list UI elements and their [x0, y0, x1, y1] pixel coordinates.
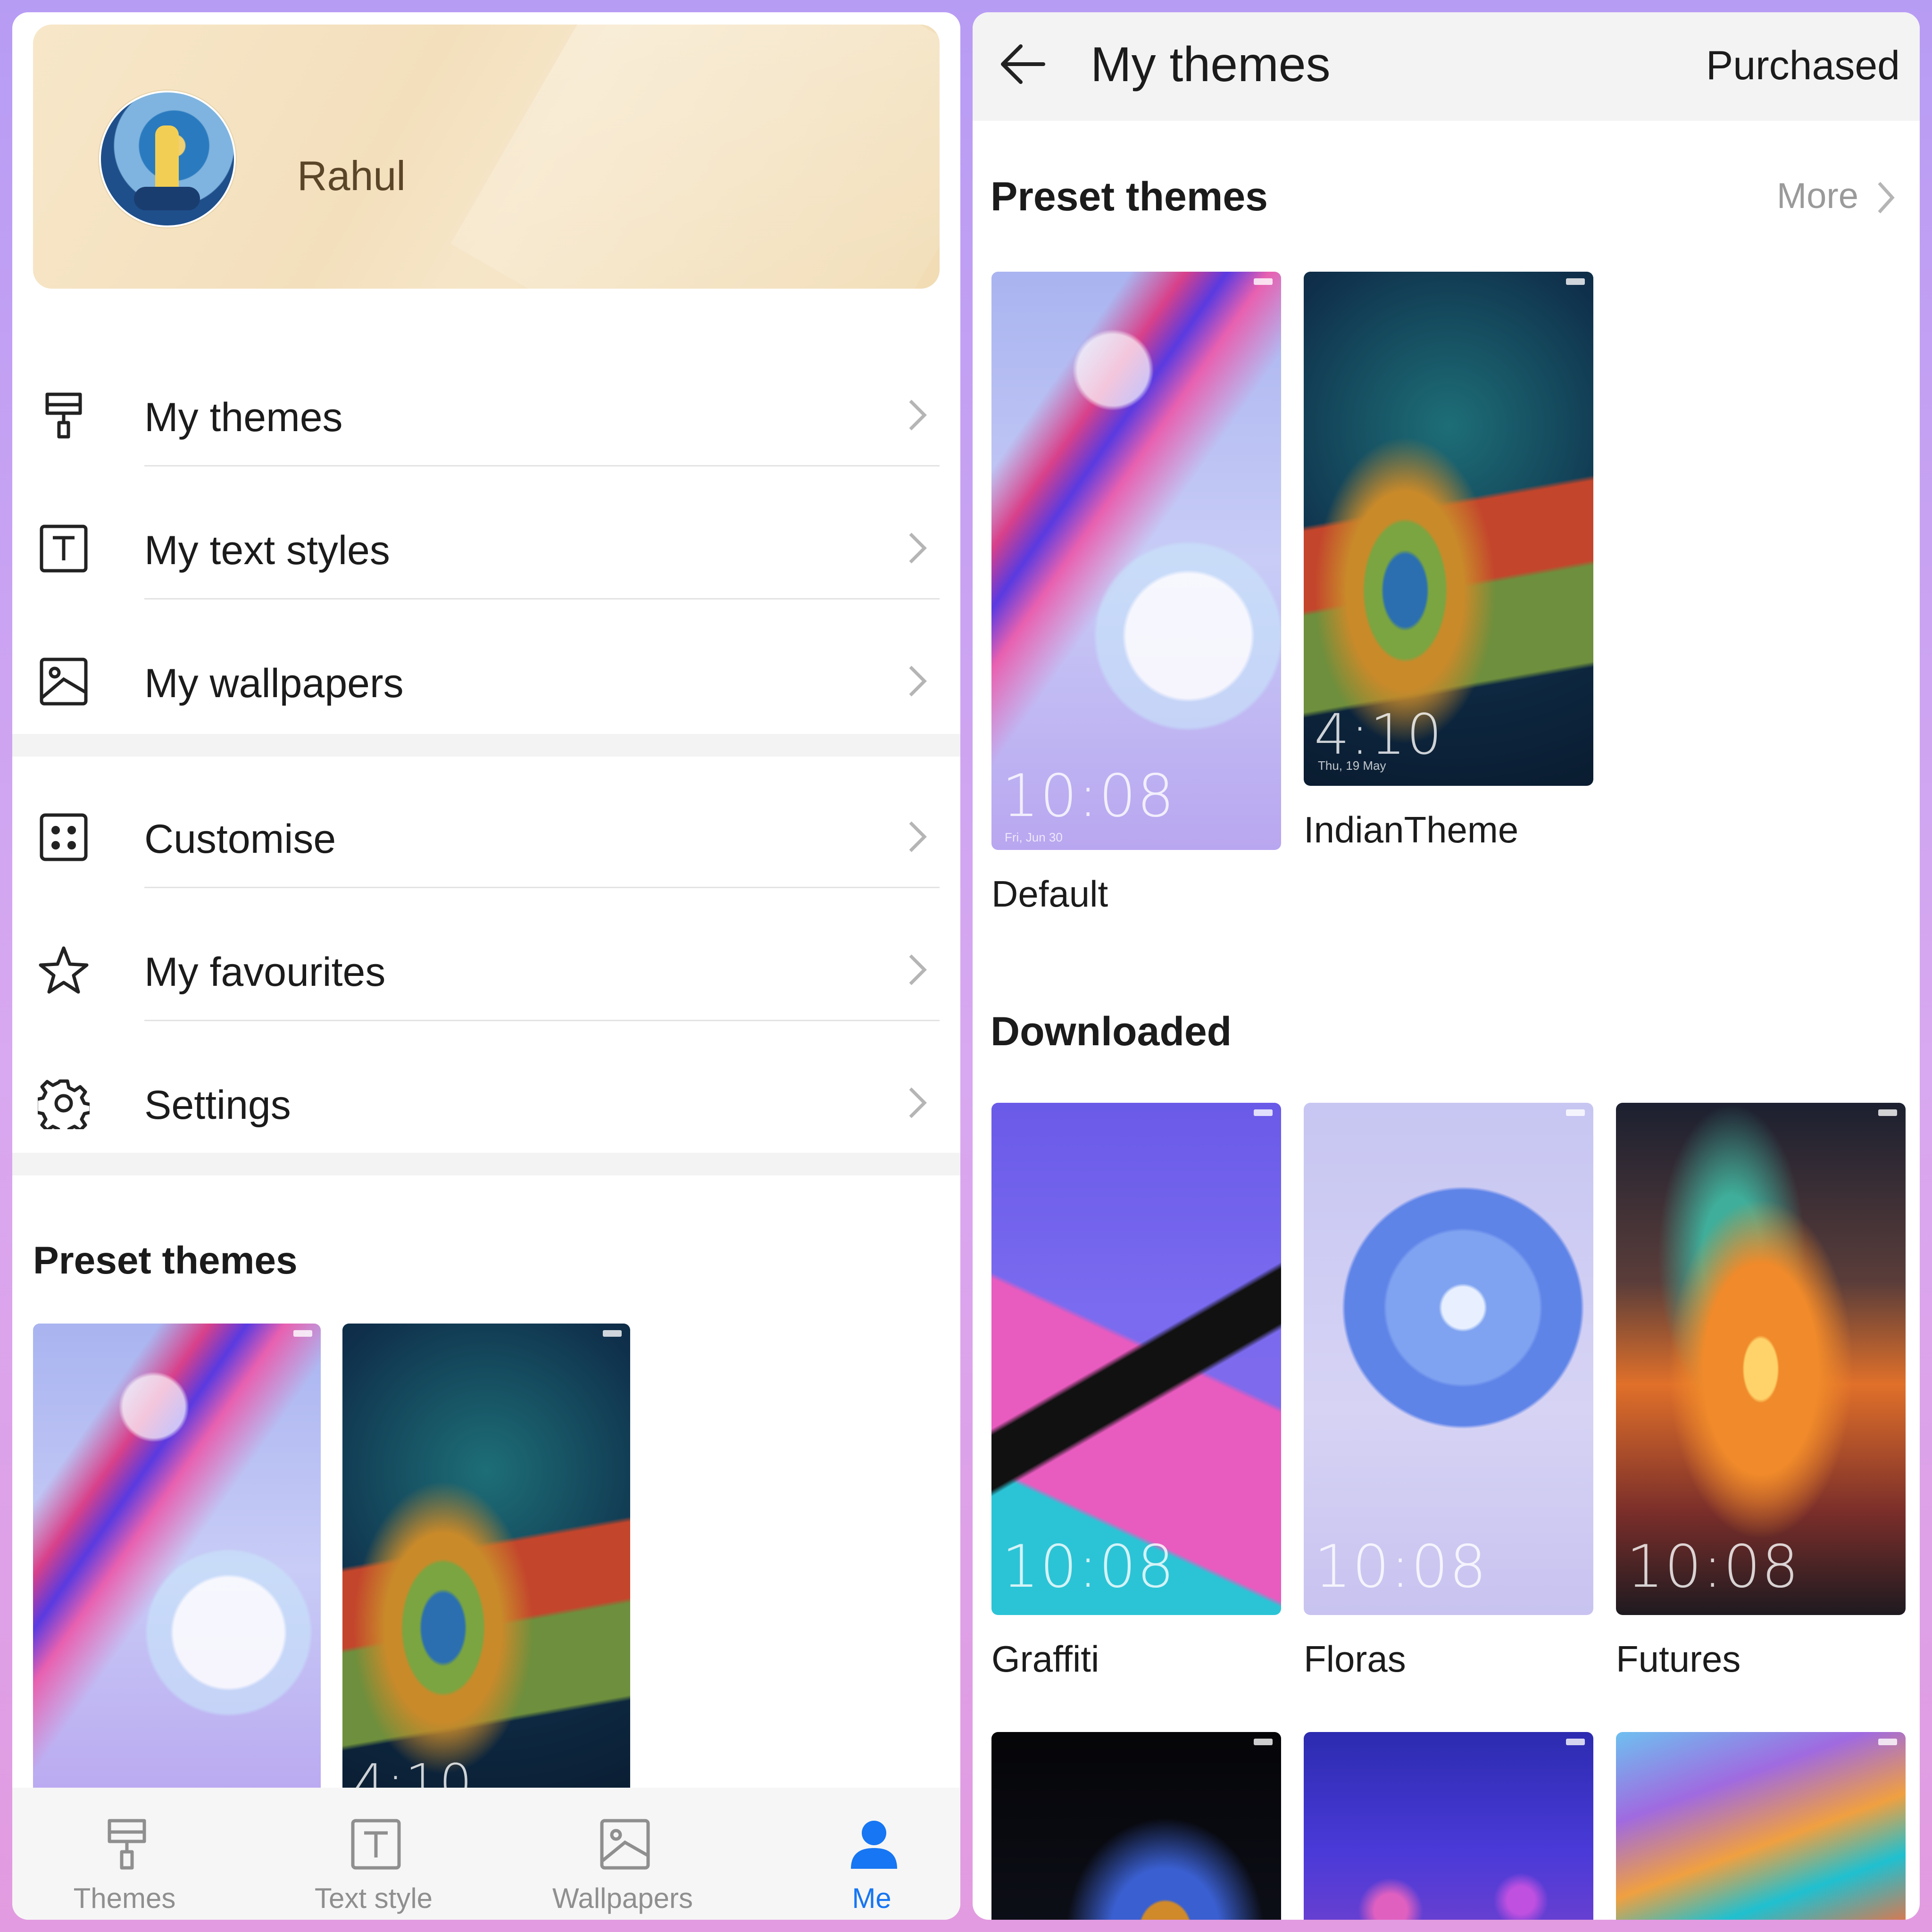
thumbnail-date: Fri, Jun 30	[1005, 830, 1063, 844]
menu-label: Customise	[144, 816, 336, 862]
divider	[144, 1020, 940, 1021]
chevron-right-icon	[909, 821, 927, 852]
downloaded-heading: Downloaded	[991, 1009, 1232, 1054]
battery-icon	[293, 1330, 312, 1337]
nav-text-style[interactable]: Text style	[265, 1788, 482, 1920]
battery-icon	[1254, 1739, 1273, 1745]
theme-name: Default	[991, 873, 1108, 915]
divider	[144, 465, 940, 466]
theme-name: Graffiti	[991, 1638, 1099, 1680]
thumbnail-date: Thu, 19 May	[1318, 758, 1386, 773]
avatar[interactable]	[99, 91, 236, 227]
bottom-navigation: Themes Text style Wallpapers Me	[12, 1788, 960, 1920]
profile-name: Rahul	[297, 152, 406, 199]
chevron-right-icon	[909, 533, 927, 564]
section-gap	[12, 734, 960, 757]
person-icon	[851, 1821, 897, 1869]
chevron-right-icon	[909, 1087, 927, 1118]
divider	[144, 887, 940, 888]
nav-themes[interactable]: Themes	[16, 1788, 233, 1920]
back-arrow-icon[interactable]	[996, 36, 1053, 92]
theme-name: Futures	[1616, 1638, 1741, 1680]
my-themes-screen: My themes Purchased Preset themes More 1…	[973, 12, 1920, 1920]
theme-name: IndianTheme	[1304, 809, 1519, 850]
menu-item-my-wallpapers[interactable]: My wallpapers	[12, 613, 960, 746]
theme-thumbnail-graffiti[interactable]: 10:08	[991, 1103, 1281, 1615]
menu-item-my-text-styles[interactable]: My text styles	[12, 480, 960, 613]
theme-thumbnail-futures[interactable]: 10:08	[1616, 1103, 1906, 1615]
battery-icon	[1566, 1109, 1585, 1116]
menu-item-my-themes[interactable]: My themes	[12, 347, 960, 480]
battery-icon	[1566, 1739, 1585, 1745]
battery-icon	[1566, 278, 1585, 285]
menu-item-my-favourites[interactable]: My favourites	[12, 902, 960, 1035]
theme-thumbnail-floras[interactable]: 10:08	[1304, 1103, 1593, 1615]
thumbnail-clock: 10:08	[1626, 1533, 1800, 1601]
nav-me[interactable]: Me	[763, 1788, 960, 1920]
thumbnail-clock: 10:08	[1314, 1533, 1488, 1601]
paint-brush-icon	[45, 392, 82, 439]
battery-icon	[1878, 1739, 1897, 1745]
nav-label: Me	[852, 1882, 891, 1914]
menu-label: My text styles	[144, 528, 390, 573]
theme-name: Floras	[1304, 1638, 1406, 1680]
gear-icon	[38, 1079, 90, 1129]
chevron-right-icon	[909, 666, 927, 697]
theme-thumbnail[interactable]	[991, 1732, 1281, 1920]
thumbnail-clock: 10:08	[1002, 762, 1175, 830]
nav-label: Themes	[73, 1882, 176, 1914]
menu-item-settings[interactable]: Settings	[12, 1035, 960, 1168]
menu-label: My favourites	[144, 949, 386, 995]
paint-brush-icon	[108, 1819, 146, 1870]
theme-thumbnail-indiantheme[interactable]: 4:10 Thu, 19 May	[1304, 272, 1593, 786]
section-gap	[12, 1153, 960, 1175]
battery-icon	[1254, 1109, 1273, 1116]
menu-label: My themes	[144, 395, 343, 440]
thumbnail-clock: 10:08	[1002, 1533, 1175, 1601]
chevron-right-icon	[909, 954, 927, 985]
text-box-icon	[351, 1819, 401, 1870]
star-icon	[39, 946, 89, 994]
text-box-icon	[40, 525, 88, 573]
app-bar: My themes Purchased	[973, 12, 1920, 121]
menu-item-customise[interactable]: Customise	[12, 769, 960, 902]
battery-icon	[1878, 1109, 1897, 1116]
menu-label: Settings	[144, 1083, 291, 1128]
me-screen: Rahul My themes My text styles My wallpa…	[12, 12, 960, 1920]
page-title: My themes	[1091, 37, 1331, 92]
chevron-right-icon	[909, 400, 927, 431]
preset-theme-thumbnail-default[interactable]	[33, 1324, 321, 1814]
purchased-button[interactable]: Purchased	[1706, 42, 1900, 89]
preset-themes-heading: Preset themes	[991, 174, 1268, 219]
preset-theme-thumbnail-indian[interactable]: 4:10	[342, 1324, 630, 1814]
divider	[144, 598, 940, 600]
theme-thumbnail[interactable]	[1304, 1732, 1593, 1920]
image-icon	[40, 658, 88, 706]
theme-thumbnail[interactable]	[1616, 1732, 1906, 1920]
battery-icon	[603, 1330, 622, 1337]
profile-card[interactable]: Rahul	[33, 25, 940, 289]
chevron-right-icon[interactable]	[1872, 176, 1900, 219]
more-link[interactable]: More	[1777, 175, 1858, 217]
menu-label: My wallpapers	[144, 661, 404, 706]
thumbnail-clock: 4:10	[1314, 702, 1443, 767]
nav-label: Wallpapers	[552, 1882, 693, 1914]
nav-wallpapers[interactable]: Wallpapers	[514, 1788, 731, 1920]
theme-thumbnail-default[interactable]: 10:08 Fri, Jun 30	[991, 272, 1281, 850]
dots-grid-icon	[40, 813, 88, 861]
battery-icon	[1254, 278, 1273, 285]
nav-label: Text style	[314, 1882, 433, 1914]
preset-themes-heading: Preset themes	[33, 1239, 298, 1282]
image-icon	[600, 1819, 650, 1870]
